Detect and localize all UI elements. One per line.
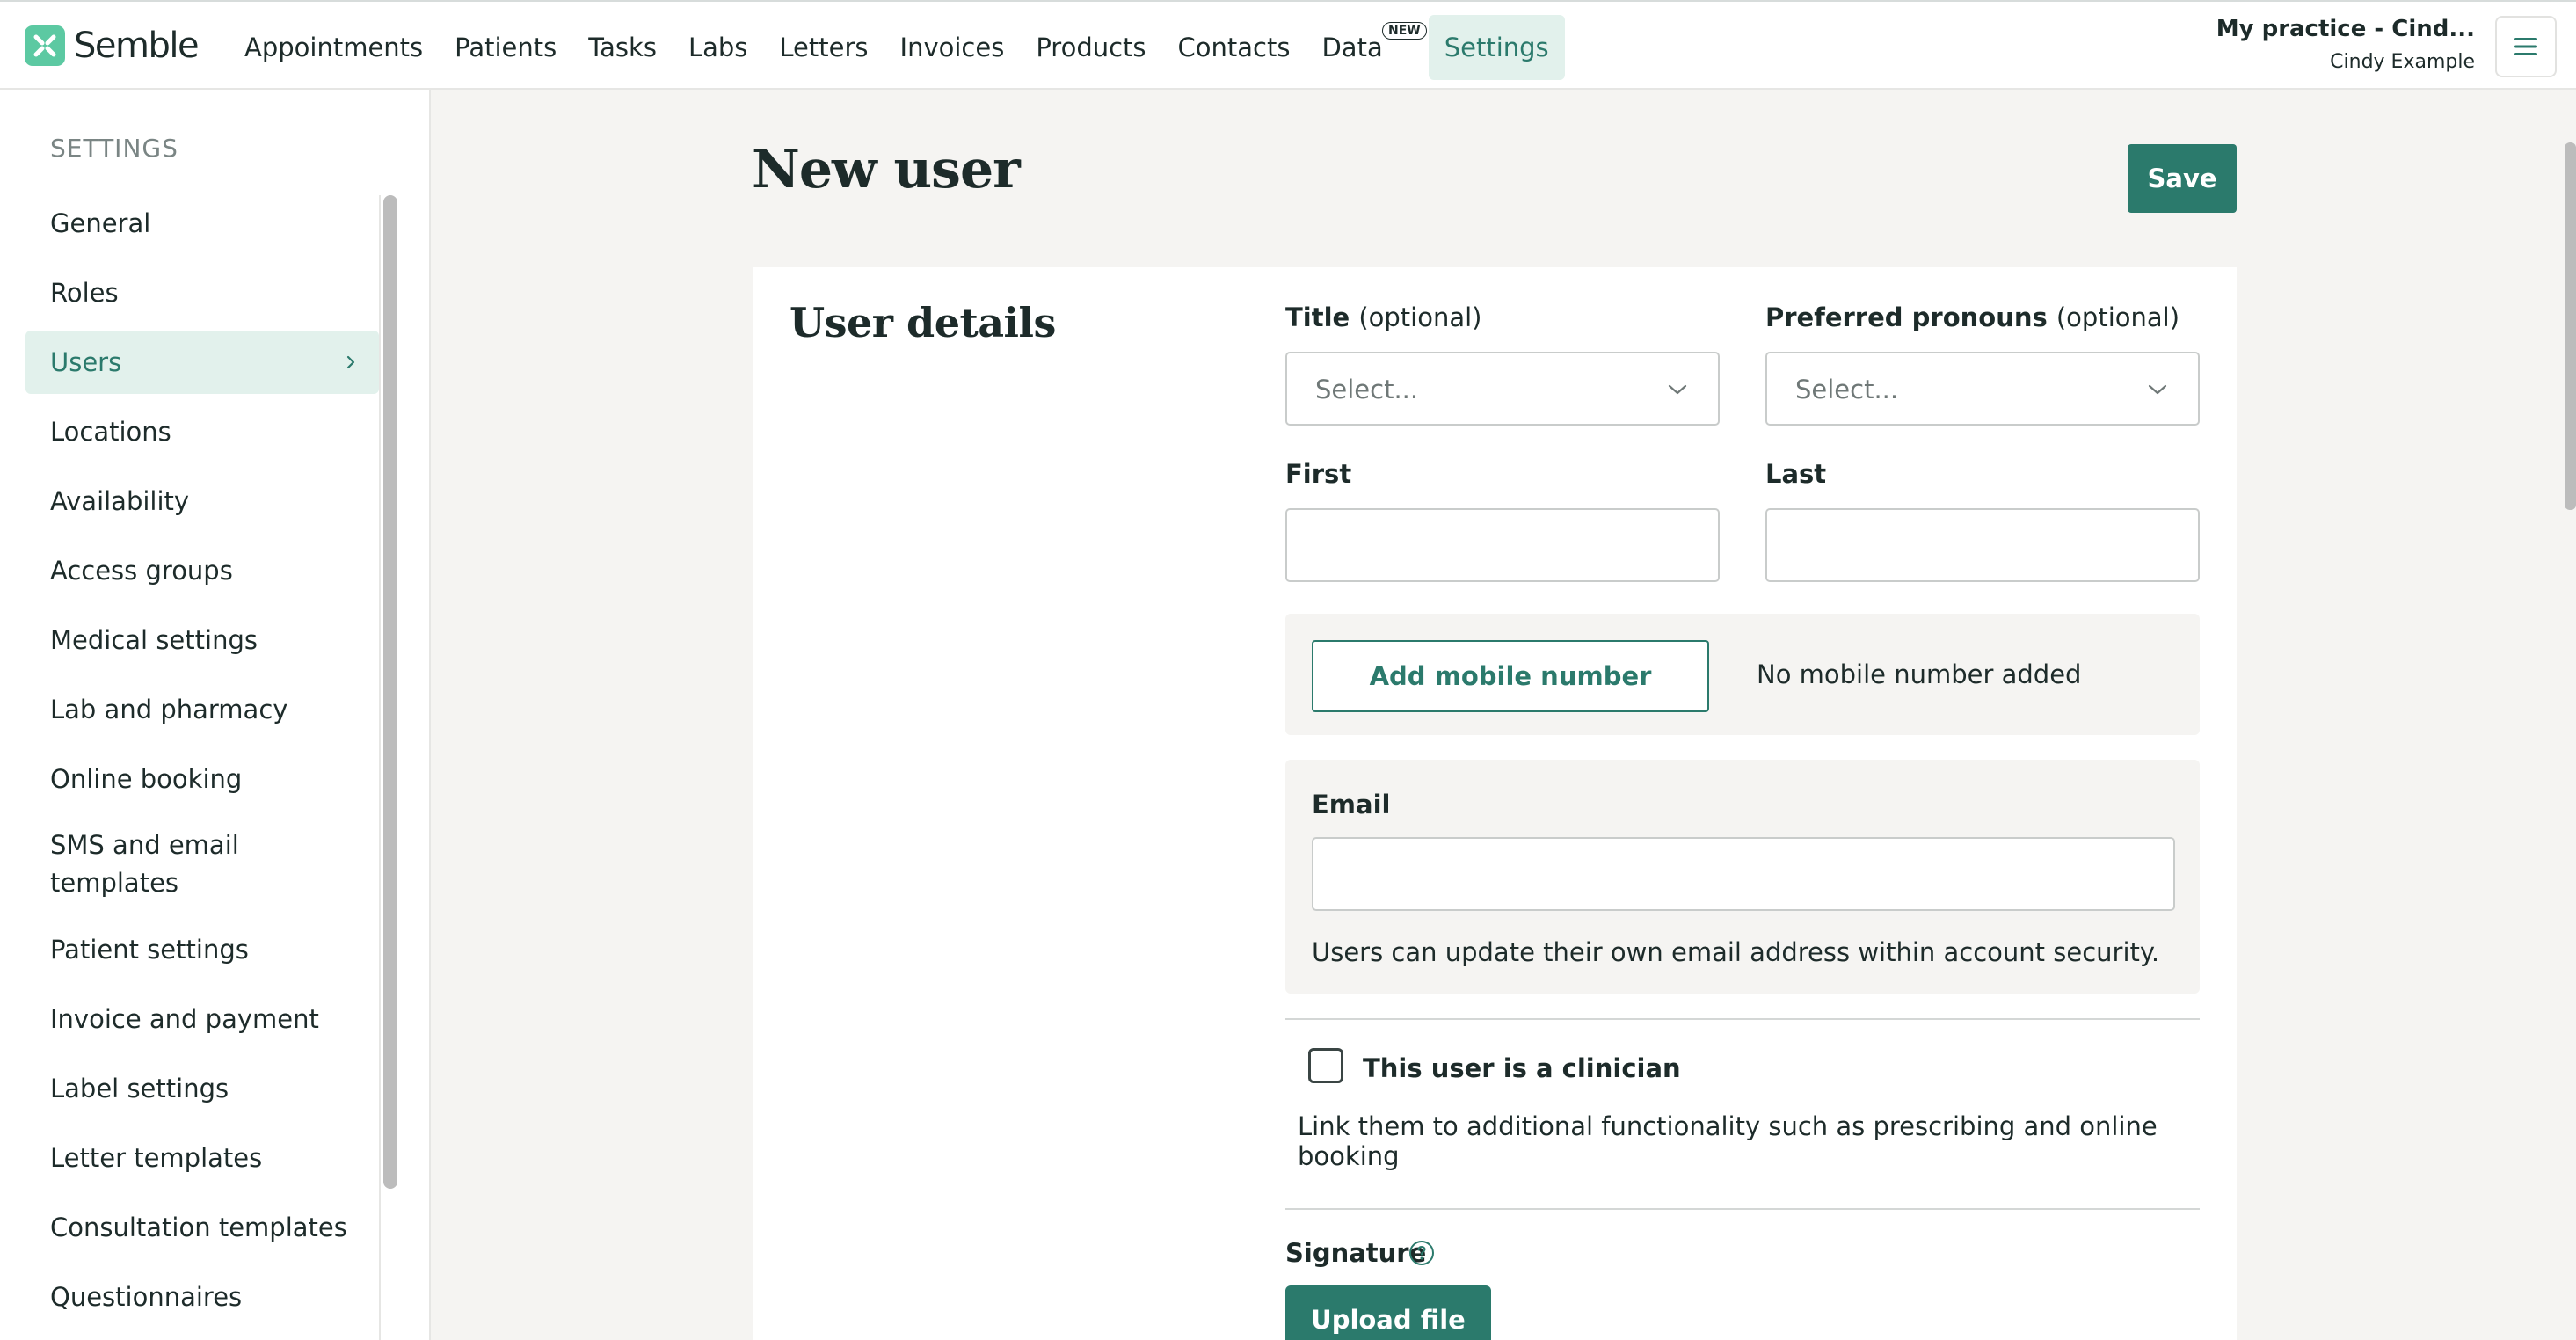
sidebar-item-label: Users: [50, 347, 122, 377]
sidebar-item-online-booking[interactable]: Online booking: [25, 747, 379, 811]
practice-name: My practice - Cind...: [2216, 16, 2475, 42]
email-input[interactable]: [1312, 837, 2175, 911]
pronouns-label-text: Preferred pronouns: [1765, 302, 2048, 332]
semble-logo[interactable]: Semble: [25, 25, 200, 67]
divider: [1285, 1208, 2200, 1210]
title-optional-text: (optional): [1358, 302, 1482, 332]
settings-sidebar: SETTINGS General Roles Users Locations A…: [0, 90, 431, 1340]
title-select[interactable]: Select...: [1285, 352, 1720, 426]
title-field-label: Title (optional): [1285, 302, 1481, 332]
nav-item-data-label: Data: [1321, 33, 1383, 62]
sidebar-item-patient-settings[interactable]: Patient settings: [25, 918, 379, 981]
sidebar-item-users[interactable]: Users: [25, 331, 379, 394]
nav-item-patients[interactable]: Patients: [439, 15, 572, 80]
new-badge: NEW: [1381, 22, 1427, 40]
add-mobile-number-button[interactable]: Add mobile number: [1312, 640, 1709, 712]
pronouns-select[interactable]: Select...: [1765, 352, 2200, 426]
sidebar-item-consultation-templates[interactable]: Consultation templates: [25, 1196, 379, 1259]
nav-item-products[interactable]: Products: [1020, 15, 1161, 80]
upload-signature-button[interactable]: Upload file: [1285, 1285, 1491, 1340]
sidebar-item-letter-templates[interactable]: Letter templates: [25, 1126, 379, 1190]
sidebar-item-questionnaires[interactable]: Questionnaires: [25, 1265, 379, 1329]
section-title: User details: [790, 299, 1056, 346]
signature-label: Signature: [1285, 1238, 1427, 1268]
help-circle-icon[interactable]: [1408, 1240, 1435, 1266]
nav-item-contacts[interactable]: Contacts: [1162, 15, 1306, 80]
top-navigation-bar: Semble Appointments Patients Tasks Labs …: [0, 0, 2576, 90]
main-nav: Appointments Patients Tasks Labs Letters…: [229, 15, 1565, 80]
email-panel: Email Users can update their own email a…: [1285, 760, 2200, 994]
title-label-text: Title: [1285, 302, 1350, 332]
practice-switcher[interactable]: My practice - Cind... Cindy Example: [2216, 16, 2475, 73]
page-title: New user: [752, 139, 1021, 200]
nav-item-settings[interactable]: Settings: [1428, 15, 1565, 80]
divider: [1285, 1018, 2200, 1020]
mobile-number-status: No mobile number added: [1757, 659, 2082, 689]
email-label: Email: [1312, 790, 1391, 819]
clinician-description: Link them to additional functionality su…: [1298, 1111, 2158, 1171]
chevron-down-icon: [2148, 384, 2167, 395]
sidebar-item-general[interactable]: General: [25, 192, 379, 255]
nav-item-appointments[interactable]: Appointments: [229, 15, 439, 80]
app-name: Semble: [74, 25, 200, 66]
sidebar-item-label-settings[interactable]: Label settings: [25, 1057, 379, 1120]
sidebar-item-invoice-and-payment[interactable]: Invoice and payment: [25, 987, 379, 1051]
sidebar-list: General Roles Users Locations Availabili…: [25, 192, 379, 1335]
sidebar-item-locations[interactable]: Locations: [25, 400, 379, 463]
sidebar-item-lab-and-pharmacy[interactable]: Lab and pharmacy: [25, 678, 379, 741]
user-details-card: User details Title (optional) Select... …: [753, 267, 2237, 1340]
pronouns-select-placeholder: Select...: [1795, 375, 1899, 404]
sidebar-item-medical-settings[interactable]: Medical settings: [25, 608, 379, 672]
email-help-text: Users can update their own email address…: [1312, 937, 2160, 967]
nav-item-invoices[interactable]: Invoices: [884, 15, 1021, 80]
last-name-label: Last: [1765, 459, 1827, 489]
first-name-label: First: [1285, 459, 1352, 489]
sidebar-item-label: SMS and email templates: [50, 830, 239, 898]
chevron-down-icon: [1668, 384, 1687, 395]
nav-item-tasks[interactable]: Tasks: [572, 15, 673, 80]
first-name-input[interactable]: [1285, 508, 1720, 582]
pronouns-optional-text: (optional): [2056, 302, 2180, 332]
mobile-number-panel: Add mobile number No mobile number added: [1285, 614, 2200, 735]
nav-item-labs[interactable]: Labs: [673, 15, 763, 80]
sidebar-scroll-track: [379, 195, 381, 1340]
main-scrollbar[interactable]: [2565, 142, 2576, 510]
clinician-checkbox[interactable]: [1308, 1048, 1343, 1083]
chevron-right-icon: [346, 355, 355, 369]
title-select-placeholder: Select...: [1315, 375, 1419, 404]
current-user-name: Cindy Example: [2330, 51, 2475, 73]
sidebar-item-availability[interactable]: Availability: [25, 470, 379, 533]
sidebar-item-roles[interactable]: Roles: [25, 261, 379, 324]
nav-item-data[interactable]: Data NEW: [1306, 15, 1427, 80]
pronouns-field-label: Preferred pronouns (optional): [1765, 302, 2179, 332]
sidebar-item-access-groups[interactable]: Access groups: [25, 539, 379, 602]
sidebar-item-sms-email-templates[interactable]: SMS and email templates: [25, 817, 379, 912]
sidebar-title: SETTINGS: [50, 134, 178, 163]
menu-button[interactable]: [2495, 16, 2557, 77]
sidebar-scrollbar[interactable]: [383, 195, 397, 1189]
nav-item-letters[interactable]: Letters: [763, 15, 884, 80]
semble-logo-icon: [25, 25, 65, 66]
hamburger-menu-icon: [2514, 38, 2537, 55]
save-button[interactable]: Save: [2128, 144, 2237, 213]
clinician-checkbox-label[interactable]: This user is a clinician: [1363, 1053, 1681, 1083]
last-name-input[interactable]: [1765, 508, 2200, 582]
